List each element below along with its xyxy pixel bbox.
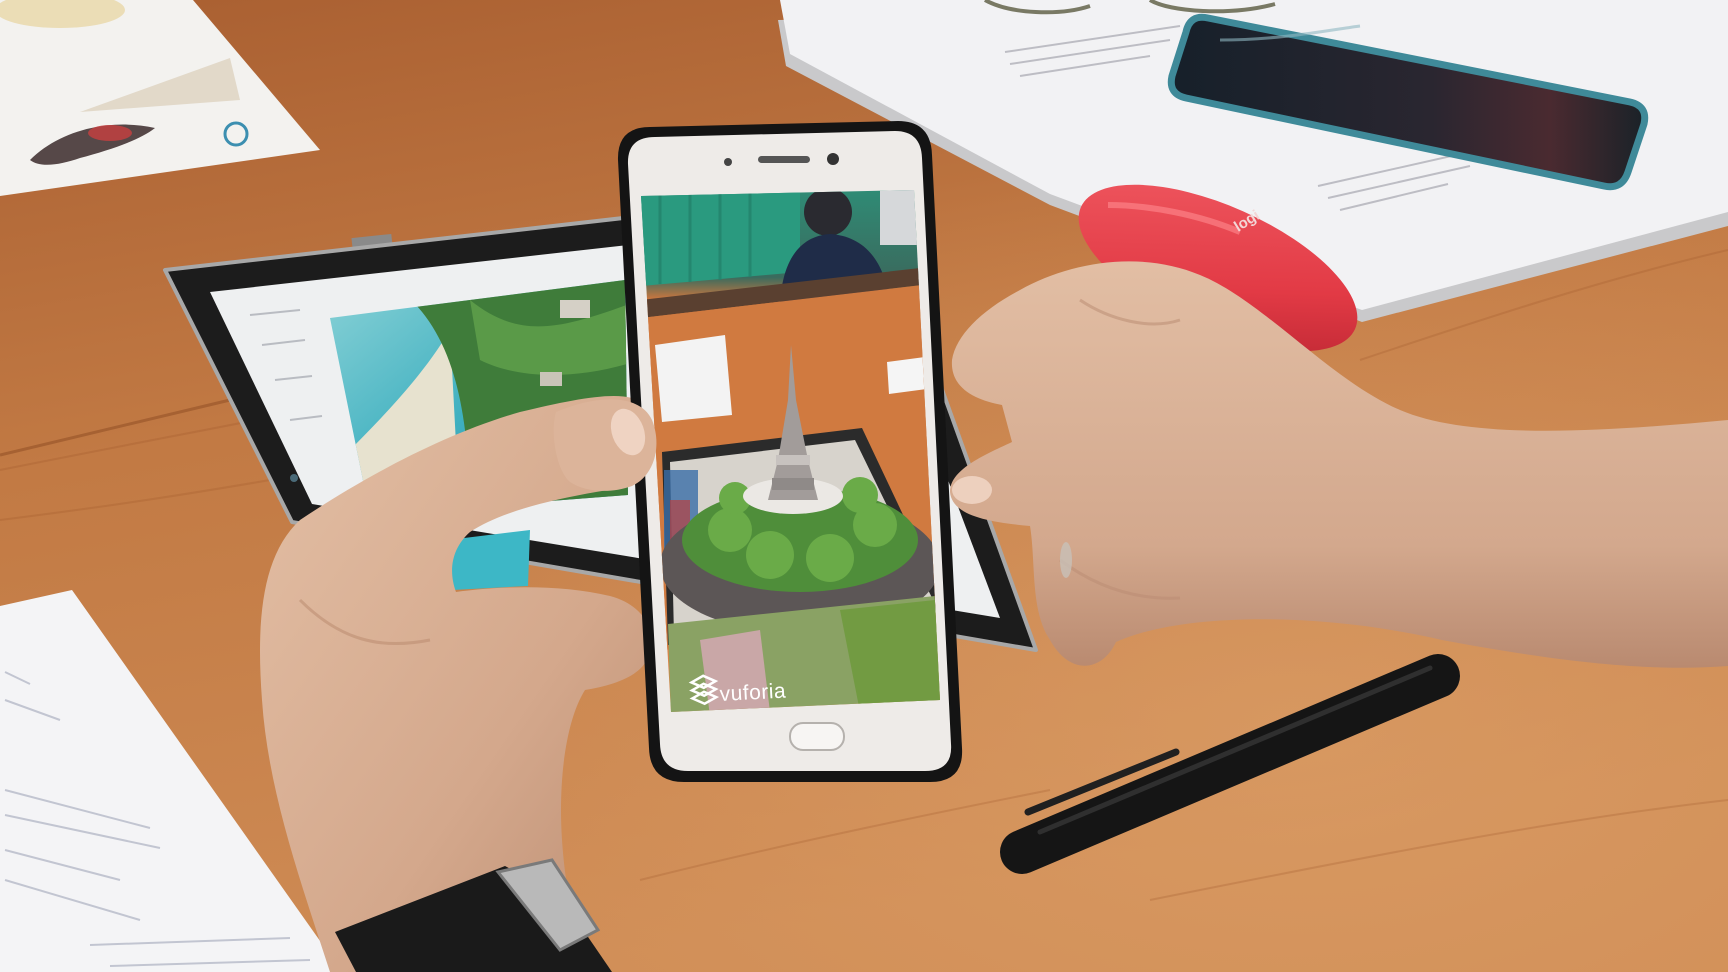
- paper-drawing-red: [88, 125, 132, 141]
- handheld-phone: vuforia: [617, 121, 963, 782]
- front-camera: [827, 153, 839, 165]
- proximity-sensor: [724, 158, 732, 166]
- photo-scene: logi vuforia: [0, 0, 1728, 972]
- right-thumbnail: [952, 476, 992, 504]
- camera-paper: [655, 335, 732, 422]
- left-thumb: [553, 399, 657, 491]
- tablet-camera-dot: [290, 474, 298, 482]
- ring: [1060, 542, 1072, 578]
- vuforia-watermark: vuforia: [719, 680, 787, 706]
- earpiece-speaker: [758, 156, 810, 163]
- home-button: [789, 722, 845, 751]
- phone-screen: vuforia: [641, 190, 940, 712]
